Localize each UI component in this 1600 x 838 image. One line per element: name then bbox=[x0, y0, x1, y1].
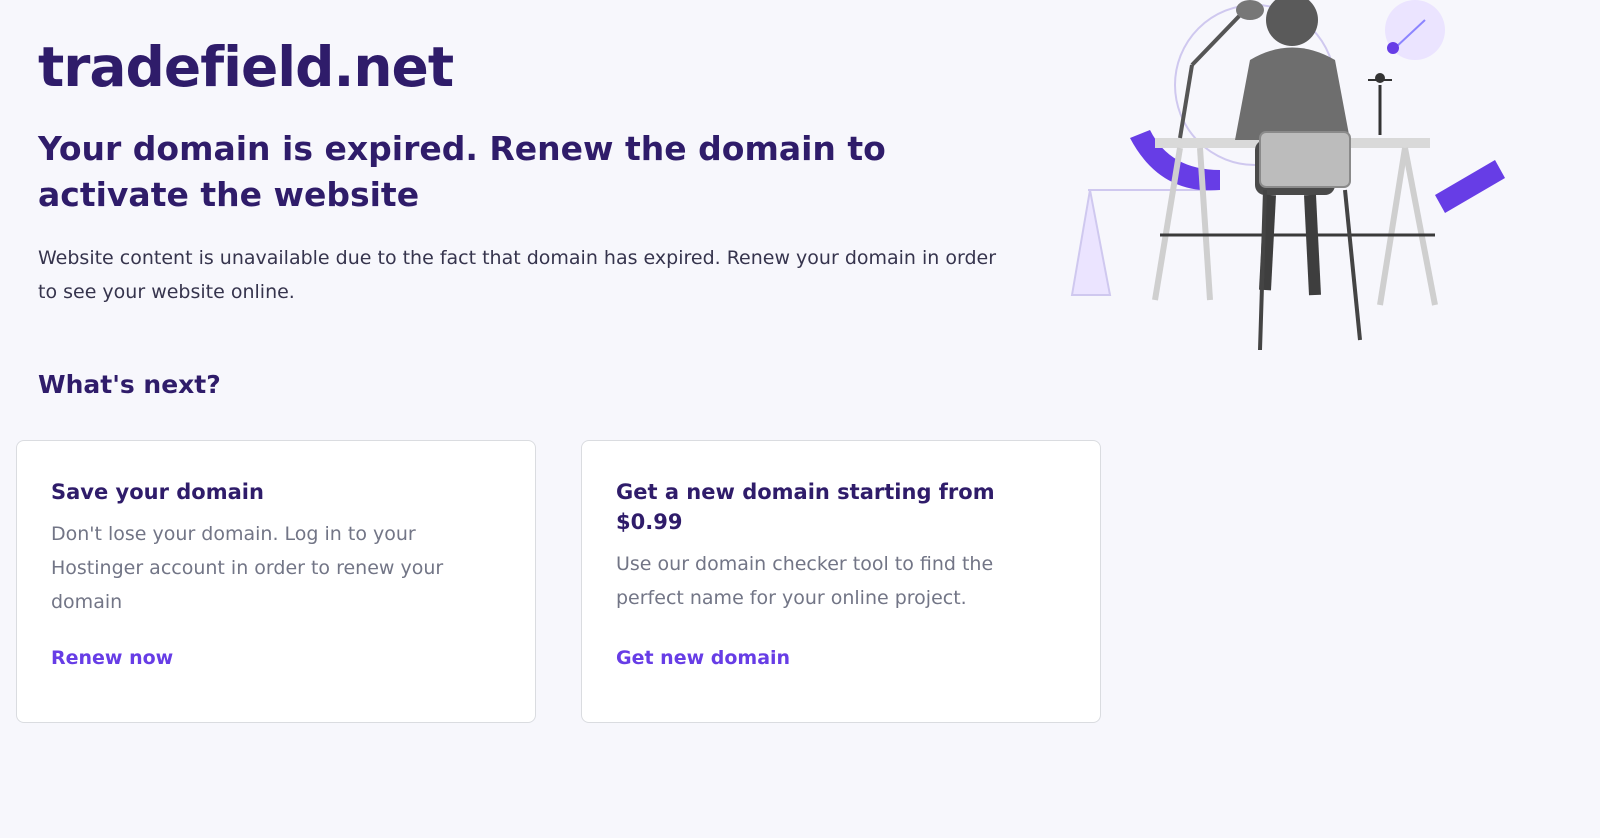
figurine-head-shape bbox=[1375, 73, 1385, 83]
purple-bar-shape bbox=[1435, 160, 1505, 213]
get-new-domain-link[interactable]: Get new domain bbox=[616, 647, 790, 669]
person-at-desk-illustration bbox=[1070, 0, 1505, 351]
desk-leg-shape bbox=[1377, 147, 1408, 306]
person-torso-shape bbox=[1235, 47, 1350, 140]
card-title: Save your domain bbox=[51, 480, 264, 504]
lamp-arm-shape bbox=[1190, 8, 1247, 67]
save-domain-card: Save your domain Don't lose your domain.… bbox=[16, 440, 536, 723]
chair-back-shape bbox=[1259, 131, 1351, 188]
domain-title: tradefield.net bbox=[38, 35, 454, 99]
renew-now-link[interactable]: Renew now bbox=[51, 647, 173, 669]
card-title: Get a new domain starting from $0.99 bbox=[616, 480, 995, 534]
whats-next-heading: What's next? bbox=[38, 370, 221, 399]
lamp-head-shape bbox=[1236, 0, 1264, 20]
desk-leg-shape bbox=[1402, 147, 1438, 306]
lead-text: Website content is unavailable due to th… bbox=[38, 247, 997, 303]
person-leg-shape bbox=[1304, 194, 1321, 296]
dot-shape bbox=[1387, 42, 1399, 54]
expired-headline: Your domain is expired. Renew the domain… bbox=[38, 129, 886, 214]
new-domain-card: Get a new domain starting from $0.99 Use… bbox=[581, 440, 1101, 723]
person-head-shape bbox=[1266, 0, 1318, 46]
card-text: Use our domain checker tool to find the … bbox=[616, 553, 994, 609]
triangle-shape bbox=[1070, 189, 1112, 296]
chair-leg-shape bbox=[1258, 189, 1267, 351]
chair-leg-shape bbox=[1343, 189, 1362, 341]
card-text: Don't lose your domain. Log in to your H… bbox=[51, 523, 444, 613]
